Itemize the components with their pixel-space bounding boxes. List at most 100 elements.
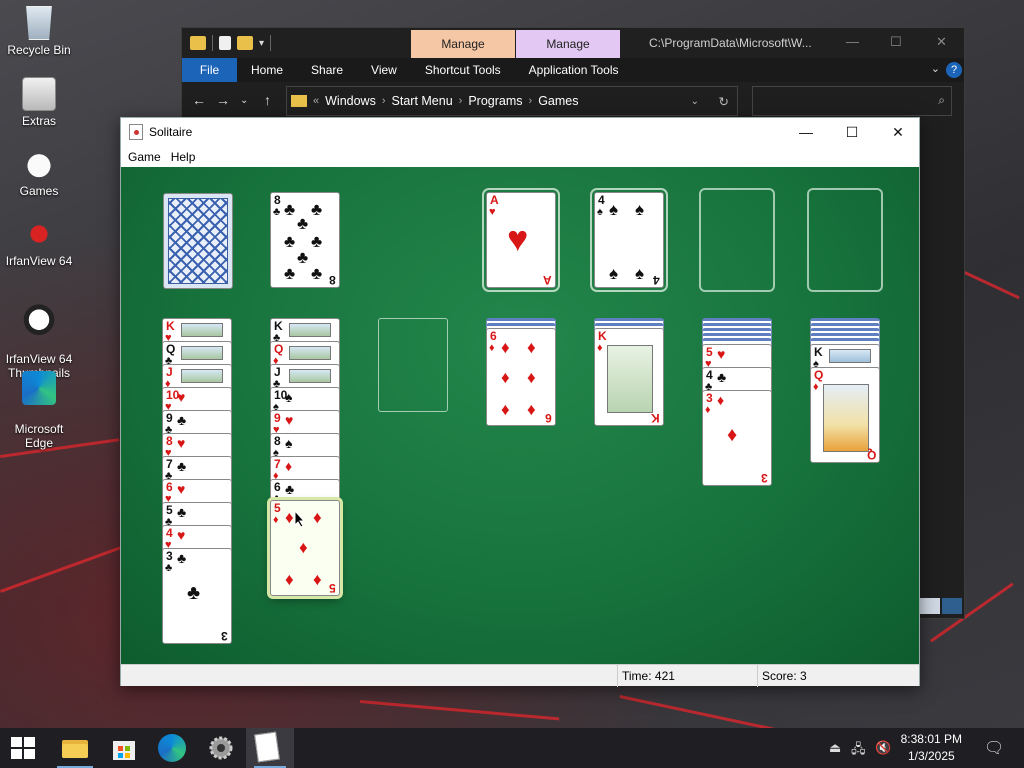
card-rank: 4 (706, 368, 713, 382)
tableau-card[interactable]: 3 ♣ ♣ 3 ♣ (162, 548, 232, 644)
menu-game[interactable]: Game (123, 150, 166, 164)
solitaire-titlebar[interactable]: Solitaire — ☐ ✕ (121, 118, 919, 146)
file-explorer-icon[interactable] (61, 734, 89, 762)
card-suit: ♦ (489, 342, 495, 354)
store-icon[interactable] (110, 734, 138, 762)
card-rank: 5 (166, 503, 173, 517)
tableau-card[interactable]: Q ♦ Q (810, 367, 880, 463)
address-bar[interactable]: « Windows › Start Menu › Programs › Game… (286, 86, 738, 116)
tab-file[interactable]: File (182, 58, 237, 82)
waste-pile[interactable]: 8 ♣ ♣ ♣ ♣ ♣ ♣ ♣ ♣ ♣ 8 (270, 192, 340, 288)
card-rank: K (651, 411, 660, 425)
tab-application-tools[interactable]: Application Tools (515, 58, 633, 82)
foundation-empty-slot[interactable] (699, 188, 775, 292)
solitaire-icon (254, 731, 280, 763)
tableau-card[interactable]: 6 ♦ ♦ ♦ ♦ ♦ ♦ ♦ 6 (486, 328, 556, 426)
desktop-icon-recycle-bin[interactable]: Recycle Bin (4, 6, 74, 57)
chevron-right-icon[interactable]: › (529, 95, 533, 107)
windows-start-icon[interactable] (11, 737, 35, 759)
foundation-hearts[interactable]: A ♥ ♥ A (482, 188, 560, 292)
search-icon: ⌕ (938, 93, 945, 107)
solitaire-window[interactable]: Solitaire — ☐ ✕ Game Help 8 ♣ ♣ ♣ ♣ ♣ ♣ … (120, 117, 920, 687)
usb-icon[interactable]: ⏏ (829, 740, 841, 756)
diamond-icon: ♦ (299, 538, 308, 557)
foundation-empty-slot[interactable] (807, 188, 883, 292)
solitaire-taskbar-button[interactable] (246, 728, 294, 768)
close-button[interactable]: ✕ (936, 34, 947, 50)
recent-locations-icon[interactable]: ⌄ (240, 95, 254, 106)
desktop-icon-irfanview[interactable]: IrfanView 64 (4, 217, 74, 268)
chevron-right-icon[interactable]: › (459, 95, 463, 107)
diamond-icon: ♦ (313, 508, 322, 527)
menu-help[interactable]: Help (166, 150, 201, 164)
suit-pips: ♦ (285, 458, 301, 474)
game-board[interactable]: 8 ♣ ♣ ♣ ♣ ♣ ♣ ♣ ♣ ♣ 8 A ♥ ♥ A 4 ♠ ♠ ♠ ♠ … (121, 167, 919, 664)
volume-muted-icon[interactable]: 🔇 (875, 740, 891, 756)
explorer-titlebar[interactable]: ▾ Manage Manage C:\ProgramData\Microsoft… (182, 28, 964, 58)
desktop-icon-label: Microsoft Edge (14, 422, 64, 450)
card-rank: 6 (490, 329, 497, 343)
tableau-card[interactable]: K ♦ K (594, 328, 664, 426)
search-input[interactable]: ⌕ (752, 86, 952, 116)
minimize-button[interactable]: — (846, 34, 859, 49)
large-icons-view-icon[interactable] (942, 598, 962, 614)
foundation-spades[interactable]: 4 ♠ ♠ ♠ ♠ ♠ 4 (590, 188, 668, 292)
card-rank: K (814, 345, 823, 359)
up-arrow-icon[interactable]: ↑ (264, 92, 278, 108)
suit-pips: ♣ (177, 550, 195, 566)
address-dropdown-icon[interactable]: ⌄ (691, 96, 699, 107)
edge-icon[interactable] (158, 734, 186, 762)
club-icon: ♣ (311, 200, 323, 219)
card-rank: 3 (706, 391, 713, 405)
settings-gear-icon[interactable] (207, 734, 235, 762)
properties-icon[interactable] (219, 36, 231, 50)
king-artwork (829, 349, 871, 363)
customize-toolbar-icon[interactable]: ▾ (259, 38, 264, 49)
tableau-card[interactable]: 3 ♦ ♦ 3 ♦ (702, 390, 772, 486)
clock-time: 8:38:01 PM (900, 732, 962, 746)
card-suit: ♥ (489, 206, 496, 218)
close-button[interactable]: ✕ (875, 118, 921, 146)
minimize-button[interactable]: — (783, 118, 829, 146)
refresh-icon[interactable]: ↻ (719, 94, 729, 109)
card-suit: ♦ (273, 514, 279, 526)
notification-icon[interactable]: 🗨 (984, 738, 1004, 758)
back-arrow-icon[interactable]: ← (192, 92, 206, 108)
breadcrumb-windows[interactable]: Windows (325, 94, 376, 108)
folder-icon[interactable] (190, 36, 206, 50)
network-icon[interactable]: 🖧 (851, 740, 866, 762)
desktop-icon-games[interactable]: Games (4, 147, 74, 198)
tab-home[interactable]: Home (237, 58, 297, 82)
new-folder-icon[interactable] (237, 36, 253, 50)
diamond-icon: ♦ (527, 400, 536, 419)
forward-arrow-icon[interactable]: → (216, 92, 230, 108)
diamond-icon: ♦ (285, 570, 294, 589)
help-icon[interactable]: ? (946, 62, 962, 78)
suit-pips: ♦ (717, 392, 733, 408)
breadcrumb-start-menu[interactable]: Start Menu (392, 94, 453, 108)
card-rank: 5 (274, 501, 281, 515)
tab-share[interactable]: Share (297, 58, 357, 82)
chevron-right-icon[interactable]: › (382, 95, 386, 107)
card-suit: ♣ (165, 562, 173, 574)
tab-shortcut-tools[interactable]: Shortcut Tools (411, 58, 515, 82)
face-card-artwork (289, 369, 331, 383)
maximize-button[interactable]: ☐ (890, 34, 902, 50)
breadcrumb-games[interactable]: Games (538, 94, 578, 108)
expand-ribbon-icon[interactable]: ⌄ (931, 62, 940, 75)
club-icon: ♣ (284, 232, 296, 251)
details-view-icon[interactable] (920, 598, 940, 614)
gamepad-icon (22, 147, 56, 181)
maximize-button[interactable]: ☐ (829, 118, 875, 146)
clock-date: 1/3/2025 (907, 749, 955, 763)
manage-shortcut-tab[interactable]: Manage (411, 30, 515, 58)
tab-view[interactable]: View (357, 58, 411, 82)
stock-pile[interactable] (163, 193, 233, 289)
desktop-icon-extras[interactable]: Extras (4, 77, 74, 128)
tableau-empty-slot[interactable] (378, 318, 448, 412)
suit-pips: ♥ (177, 481, 194, 497)
clock[interactable]: 8:38:01 PM 1/3/2025 (901, 731, 962, 765)
manage-application-tab[interactable]: Manage (516, 30, 620, 58)
breadcrumb-programs[interactable]: Programs (468, 94, 522, 108)
desktop-icon-edge[interactable]: Microsoft Edge (4, 357, 74, 464)
